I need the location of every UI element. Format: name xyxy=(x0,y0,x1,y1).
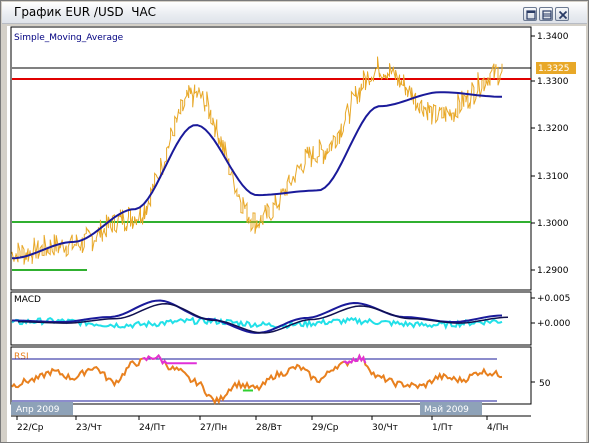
y-label-1: 1.3400 xyxy=(537,32,569,42)
x-tick-label: 29/Ср xyxy=(312,423,339,433)
x-tick-label: 24/Пт xyxy=(139,423,166,433)
macd-label: MACD xyxy=(14,295,41,305)
x-axis: Апр 2009 Май 2009 22/Ср 23/Чт 24/Пт 27/Пн 28… xyxy=(11,402,531,433)
y-label-5: 1.3000 xyxy=(537,219,569,229)
x-tick-label: 4/Пн xyxy=(487,423,509,433)
price-tag: 1.3325 xyxy=(538,64,570,74)
macd-y-label-2: +0.000 xyxy=(537,319,571,329)
close-button[interactable] xyxy=(555,7,569,21)
x-tick-label: 1/Пт xyxy=(432,423,453,433)
y-label-2: 1.3300 xyxy=(537,77,569,87)
rsi-y-label: 50 xyxy=(539,379,551,389)
maximize-button[interactable] xyxy=(539,7,553,21)
main-pane-frame xyxy=(10,26,532,291)
rsi-label: RSI xyxy=(14,352,29,362)
x-tick-label: 27/Пн xyxy=(200,423,227,433)
maximize-icon xyxy=(542,10,552,20)
x-tick-label: 28/Вт xyxy=(256,423,282,433)
macd-y-label-1: +0.005 xyxy=(537,294,570,304)
month-left: Апр 2009 xyxy=(16,405,60,415)
chart-window: График EUR /USD ЧАС Simple_Moving_Averag… xyxy=(0,0,589,443)
title-bar[interactable]: График EUR /USD ЧАС xyxy=(2,2,587,24)
chart-area[interactable]: Simple_Moving_Average 1.3400 1.3300 1.32… xyxy=(7,26,586,442)
x-tick-label: 23/Чт xyxy=(76,423,102,433)
minimize-button[interactable] xyxy=(523,7,537,21)
x-tick-label: 22/Ср xyxy=(17,423,44,433)
x-tick-label: 30/Чт xyxy=(372,423,398,433)
y-label-6: 1.2900 xyxy=(537,266,569,276)
window-title: График EUR /USD ЧАС xyxy=(14,5,157,19)
indicator-label: Simple_Moving_Average xyxy=(14,33,124,43)
chart-svg: Simple_Moving_Average 1.3400 1.3300 1.32… xyxy=(10,26,576,433)
y-label-3: 1.3200 xyxy=(537,124,569,134)
minimize-icon xyxy=(526,10,536,20)
month-right: Май 2009 xyxy=(424,405,469,415)
y-label-4: 1.3100 xyxy=(537,172,569,182)
close-icon xyxy=(558,10,568,20)
